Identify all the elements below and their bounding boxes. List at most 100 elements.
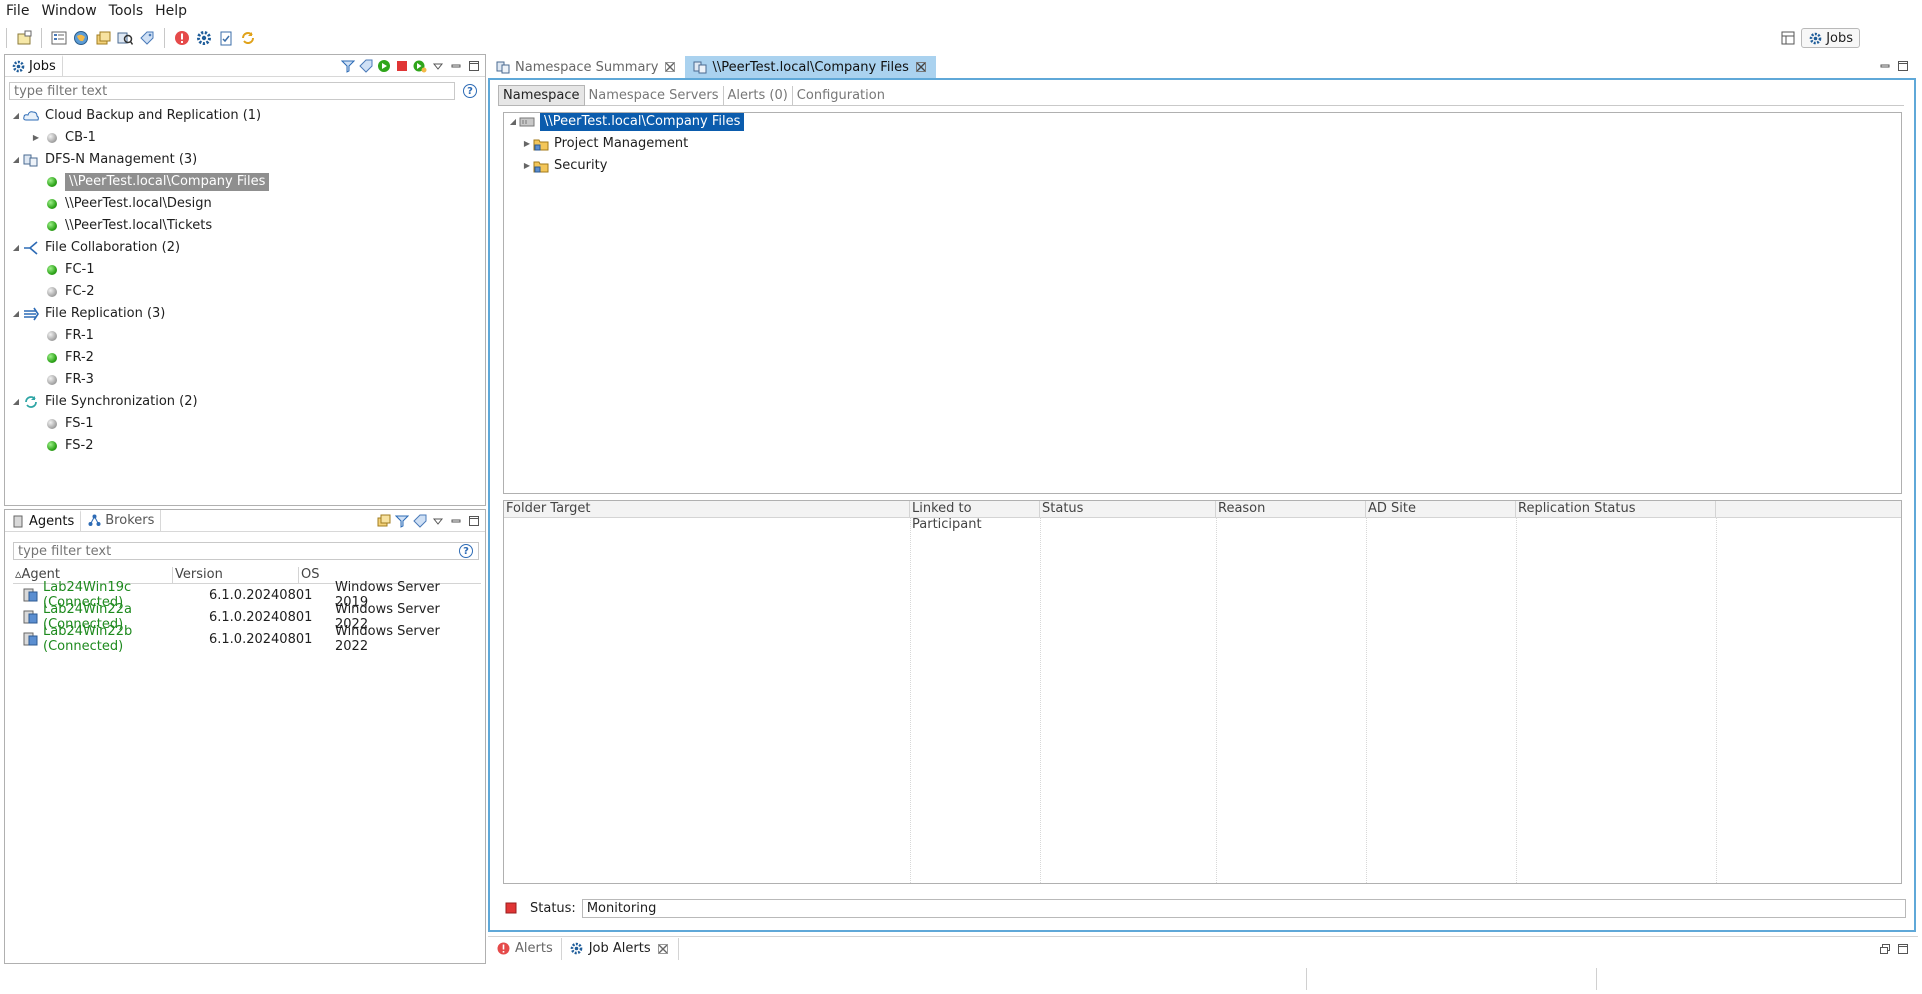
- job-list-icon[interactable]: [49, 28, 69, 48]
- collapse-icon[interactable]: ◢: [11, 151, 21, 169]
- help-icon[interactable]: ?: [459, 544, 473, 558]
- agents-icon[interactable]: [377, 514, 391, 528]
- job-item-row[interactable]: \\PeerTest.local\Design: [31, 195, 212, 213]
- clipboard-check-icon[interactable]: [216, 28, 236, 48]
- minimize-icon[interactable]: [1878, 59, 1892, 73]
- filter-icon[interactable]: [395, 514, 409, 528]
- job-item-row[interactable]: FR-3: [31, 371, 94, 389]
- job-item-row[interactable]: FS-2: [31, 437, 93, 455]
- maximize-icon[interactable]: [1896, 59, 1910, 73]
- job-item-row[interactable]: \\PeerTest.local\Company Files: [31, 173, 270, 191]
- tab-namespace-summary[interactable]: Namespace Summary: [488, 56, 685, 78]
- agents-icon[interactable]: [93, 28, 113, 48]
- agents-filter-input[interactable]: [13, 542, 479, 560]
- restore-icon[interactable]: [1878, 942, 1892, 956]
- job-group-row[interactable]: ◢ DFS-N Management (3): [11, 151, 197, 169]
- expand-icon[interactable]: ▶: [522, 135, 532, 153]
- namespace-folder-row[interactable]: ▶ Security: [522, 157, 607, 175]
- open-perspective-icon[interactable]: [1781, 31, 1795, 45]
- collapse-icon[interactable]: ◢: [11, 305, 21, 323]
- gear-icon: [1808, 31, 1822, 45]
- tag-icon[interactable]: [137, 28, 157, 48]
- job-group-row[interactable]: ◢ Cloud Backup and Replication (1): [11, 107, 261, 125]
- tab-company-files[interactable]: \\PeerTest.local\Company Files: [685, 56, 936, 78]
- jobs-perspective-button[interactable]: Jobs: [1801, 28, 1860, 48]
- column-header-status[interactable]: Status: [1040, 501, 1216, 517]
- expand-icon[interactable]: ▶: [522, 157, 532, 175]
- stop-icon[interactable]: [395, 59, 409, 73]
- toolbar-separator: [41, 28, 42, 48]
- minimize-icon[interactable]: [449, 59, 463, 73]
- job-item-label: FR-2: [65, 350, 94, 365]
- tab-agents[interactable]: Agents: [5, 510, 82, 531]
- job-group-row[interactable]: ◢ File Collaboration (2): [11, 239, 180, 257]
- menu-help[interactable]: Help: [149, 0, 193, 22]
- column-header-replication-status[interactable]: Replication Status: [1516, 501, 1716, 517]
- running-status-icon: [47, 353, 57, 363]
- view-menu-icon[interactable]: [431, 514, 445, 528]
- search-servers-icon[interactable]: [115, 28, 135, 48]
- filter-icon[interactable]: [341, 59, 355, 73]
- close-icon[interactable]: [914, 60, 928, 74]
- job-group-row[interactable]: ◢ File Replication (3): [11, 305, 165, 323]
- collapse-icon[interactable]: ◢: [11, 239, 21, 257]
- menu-tools[interactable]: Tools: [103, 0, 150, 22]
- refresh-icon[interactable]: [238, 28, 258, 48]
- job-item-label: FS-2: [65, 438, 94, 453]
- gear-icon[interactable]: [194, 28, 214, 48]
- job-item-row[interactable]: FC-2: [31, 283, 95, 301]
- status-label: Status:: [530, 900, 576, 916]
- maximize-icon[interactable]: [467, 59, 481, 73]
- collapse-icon[interactable]: ◢: [11, 107, 21, 125]
- job-item-row[interactable]: FS-1: [31, 415, 93, 433]
- expand-icon[interactable]: ▶: [31, 129, 41, 147]
- tab-brokers[interactable]: Brokers: [81, 510, 162, 531]
- alert-icon[interactable]: [172, 28, 192, 48]
- tab-alerts[interactable]: Alerts: [488, 938, 561, 960]
- collapse-icon[interactable]: ◢: [11, 393, 21, 411]
- tag-icon[interactable]: [359, 59, 373, 73]
- job-item-row[interactable]: FC-1: [31, 261, 95, 279]
- folder-target-table-header: Folder Target Linked to Participant Stat…: [504, 501, 1901, 532]
- column-header-linked-participant[interactable]: Linked to Participant: [910, 501, 1040, 532]
- dfs-icon: [21, 153, 41, 167]
- subtab-alerts[interactable]: Alerts (0): [724, 86, 793, 105]
- tab-jobs[interactable]: Jobs: [5, 55, 63, 76]
- jobs-filter-input[interactable]: [9, 82, 455, 100]
- globe-icon[interactable]: [71, 28, 91, 48]
- toolbar-separator: [6, 28, 7, 48]
- agent-os: Windows Server 2022: [335, 624, 440, 654]
- job-item-row[interactable]: FR-1: [31, 327, 94, 345]
- subtab-configuration[interactable]: Configuration: [793, 86, 889, 105]
- job-group-row[interactable]: ◢ File Synchronization (2): [11, 393, 198, 411]
- collapse-icon[interactable]: ◢: [508, 113, 518, 131]
- agent-row[interactable]: Lab24Win22b (Connected) 6.1.0.20240801 Win…: [21, 624, 475, 654]
- job-item-row[interactable]: FR-2: [31, 349, 94, 367]
- subtab-namespace[interactable]: Namespace: [498, 85, 585, 106]
- namespace-folder-row[interactable]: ▶ Project Management: [522, 135, 688, 153]
- help-icon[interactable]: ?: [463, 84, 477, 98]
- start-icon[interactable]: [377, 59, 391, 73]
- namespace-root-row[interactable]: ◢ \\PeerTest.local\Company Files: [508, 113, 745, 131]
- menu-bar: File Window Tools Help: [0, 0, 1922, 22]
- subtab-namespace-servers[interactable]: Namespace Servers: [585, 86, 724, 105]
- tab-job-alerts[interactable]: Job Alerts: [560, 937, 679, 960]
- view-menu-icon[interactable]: [431, 59, 445, 73]
- job-item-row[interactable]: \\PeerTest.local\Tickets: [31, 217, 212, 235]
- column-header-ad-site[interactable]: AD Site: [1366, 501, 1516, 517]
- maximize-icon[interactable]: [1896, 942, 1910, 956]
- new-job-icon[interactable]: [14, 28, 34, 48]
- gear-icon: [11, 60, 25, 74]
- close-icon[interactable]: [656, 942, 670, 956]
- close-icon[interactable]: [663, 60, 677, 74]
- column-header-reason[interactable]: Reason: [1216, 501, 1366, 517]
- job-item-row[interactable]: ▶ CB-1: [31, 129, 96, 147]
- menu-window[interactable]: Window: [35, 0, 102, 22]
- start-all-icon[interactable]: [413, 59, 427, 73]
- column-header-folder-target[interactable]: Folder Target: [504, 501, 910, 517]
- collaboration-icon: [21, 241, 41, 255]
- minimize-icon[interactable]: [449, 514, 463, 528]
- menu-file[interactable]: File: [0, 0, 35, 22]
- maximize-icon[interactable]: [467, 514, 481, 528]
- tag-icon[interactable]: [413, 514, 427, 528]
